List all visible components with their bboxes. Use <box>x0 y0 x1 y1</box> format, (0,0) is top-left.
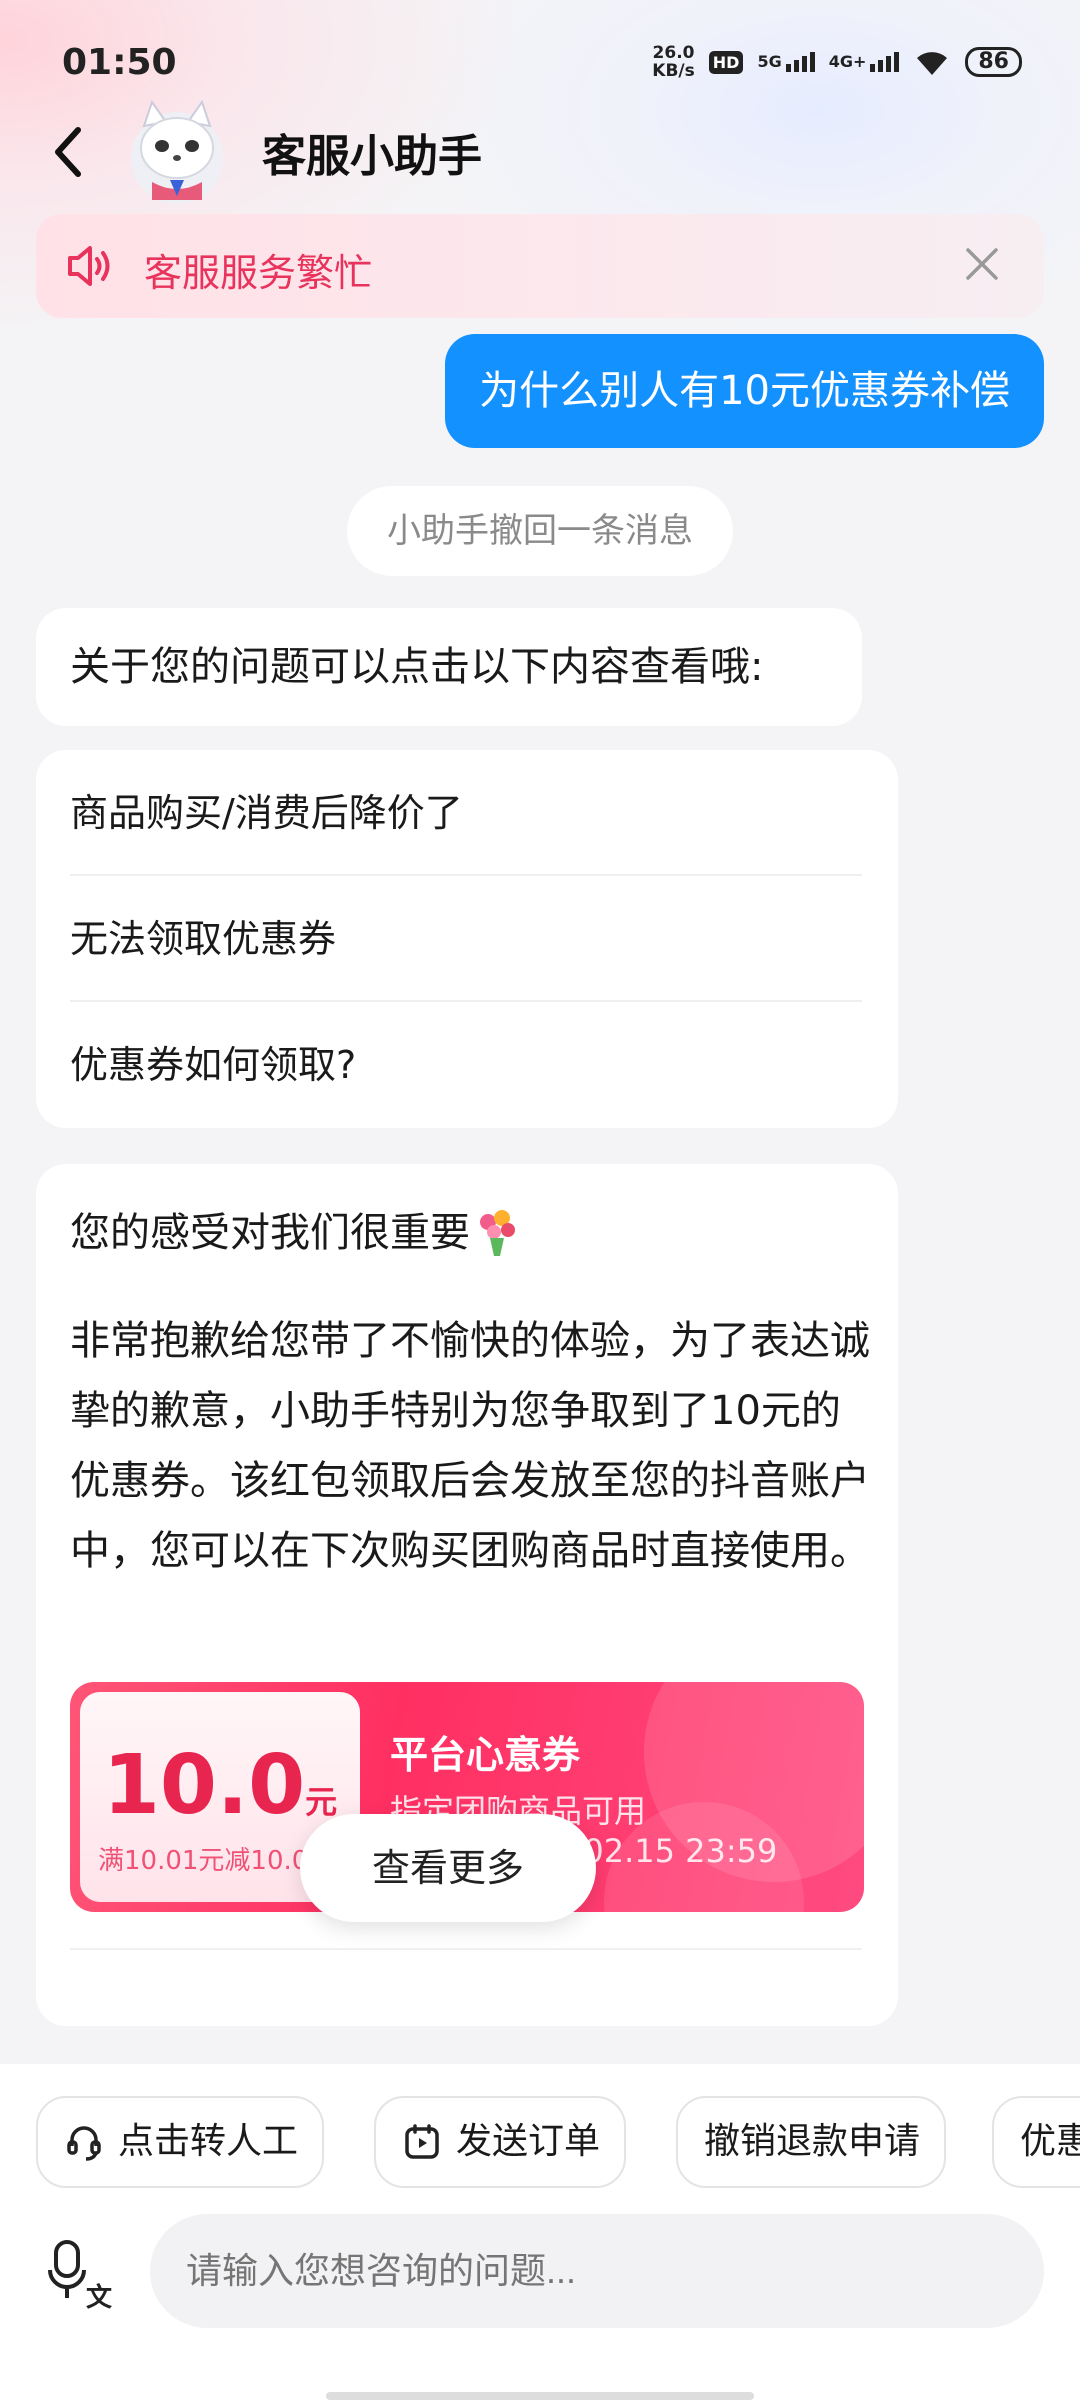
order-icon <box>405 2124 439 2159</box>
avatar[interactable] <box>122 96 232 206</box>
coupon-name: 平台心意券 <box>390 1733 581 1777</box>
user-message-bubble: 为什么别人有10元优惠券补偿 <box>445 334 1044 448</box>
voice-translate-icon[interactable]: 文 <box>46 2240 118 2312</box>
system-recall-notice: 小助手撤回一条消息 <box>347 486 733 576</box>
faq-item[interactable]: 商品购买/消费后降价了 <box>70 750 862 876</box>
wifi-icon <box>917 52 948 75</box>
coupon-amount: 10.0 <box>102 1738 306 1833</box>
flower-bouquet-icon <box>480 1210 515 1256</box>
status-icons: 26.0 KB/s HD 5G 4G+ 86 <box>652 44 1022 80</box>
quick-actions-bar: 点击转人工 发送订单 撤销退款申请 优惠 <box>0 2096 1080 2192</box>
see-more-button[interactable]: 查看更多 <box>300 1814 596 1922</box>
home-indicator <box>326 2392 754 2400</box>
signal-5g-icon: 5G <box>757 52 815 72</box>
signal-4g-icon: 4G+ <box>829 52 900 72</box>
back-arrow-icon[interactable] <box>48 124 88 180</box>
faq-item[interactable]: 无法领取优惠券 <box>70 876 862 1002</box>
chat-header: 客服小助手 <box>0 96 1080 206</box>
battery-icon: 86 <box>965 47 1022 77</box>
message-input[interactable] <box>150 2214 1044 2328</box>
apology-heading: 您的感受对我们很重要 <box>70 1200 520 1260</box>
hd-icon: HD <box>708 50 744 74</box>
send-order-button[interactable]: 发送订单 <box>374 2096 627 2188</box>
speaker-icon <box>68 246 110 286</box>
page-title: 客服小助手 <box>262 131 482 182</box>
faq-item[interactable]: 优惠券如何领取? <box>70 1002 862 1128</box>
apology-text: 非常抱歉给您带了不愉快的体验，为了表达诚挚的歉意，小助手特别为您争取到了10元的… <box>70 1318 870 1574</box>
faq-card: 商品购买/消费后降价了 无法领取优惠券 优惠券如何领取? <box>36 750 898 1128</box>
divider <box>70 1948 862 1950</box>
input-row: 文 <box>0 2212 1080 2332</box>
network-speed: 26.0 KB/s <box>652 43 695 81</box>
coupon-unit: 元 <box>305 1783 338 1821</box>
transfer-agent-button[interactable]: 点击转人工 <box>36 2096 325 2188</box>
bottom-panel: 点击转人工 发送订单 撤销退款申请 优惠 文 <box>0 2064 1080 2408</box>
status-bar: 01:50 26.0 KB/s HD 5G 4G+ 86 <box>62 36 1022 88</box>
service-notice-banner: 客服服务繁忙 <box>36 214 1044 318</box>
coupon-condition: 满10.01元减10.0元 <box>98 1846 335 1876</box>
close-icon[interactable] <box>962 244 1002 284</box>
clock: 01:50 <box>62 41 177 83</box>
bot-intro-message: 关于您的问题可以点击以下内容查看哦: <box>36 608 862 726</box>
notice-text: 客服服务繁忙 <box>144 251 373 295</box>
svg-text:文: 文 <box>86 2282 113 2312</box>
headset-icon <box>67 2126 101 2161</box>
cancel-refund-button[interactable]: 撤销退款申请 <box>676 2096 947 2188</box>
coupon-quick-button[interactable]: 优惠 <box>992 2096 1080 2188</box>
